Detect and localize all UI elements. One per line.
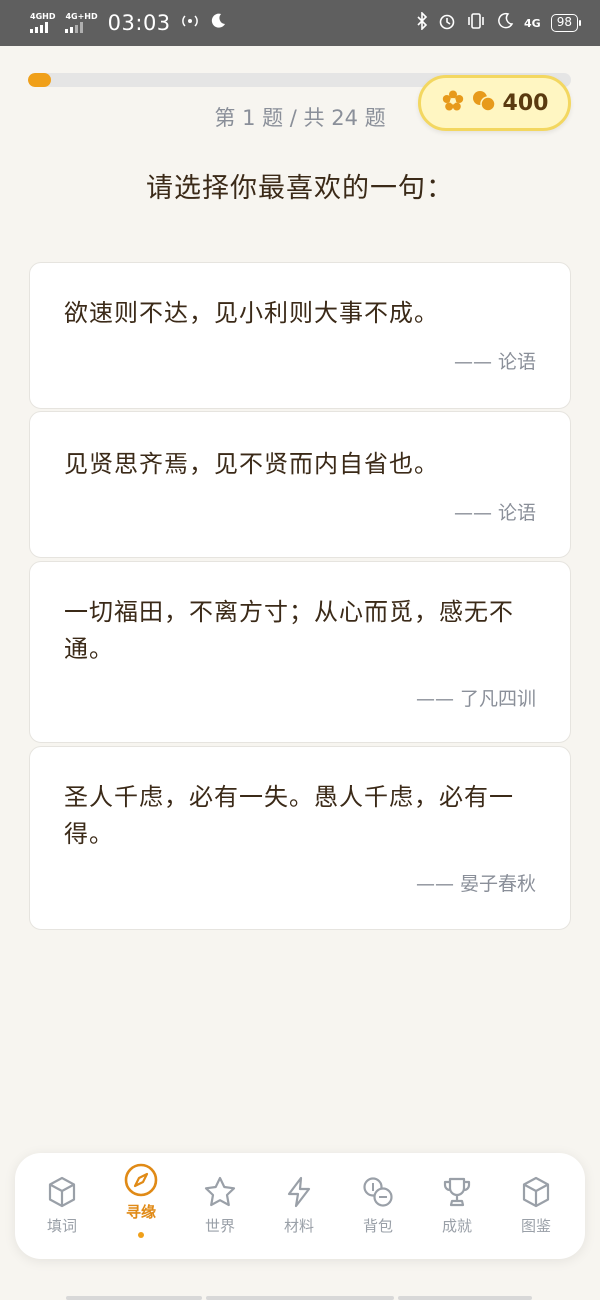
option-source: —— 论语 [453,351,536,373]
compass-icon [124,1163,158,1197]
option-card[interactable]: 一切福田，不离方寸；从心而觅，感无不通。 —— 了凡四训 [29,561,571,743]
vibrate-icon [466,12,486,34]
moon-icon [209,12,227,34]
coin-badge[interactable]: 400 [418,75,571,131]
nav-item-world[interactable]: 世界 [181,1153,259,1259]
moon-icon [496,12,514,34]
home-indicator [66,1296,202,1300]
bluetooth-icon [416,11,428,34]
coins-icon [471,89,497,117]
home-indicator [206,1296,394,1300]
option-quote: 见贤思齐焉，见不贤而内自省也。 [64,450,439,478]
bottom-nav: 填词 寻缘 世界 材料 背包 成就 图鉴 [15,1153,585,1259]
option-card[interactable]: 欲速则不达，见小利则大事不成。 —— 论语 [29,262,571,409]
question-prompt: 请选择你最喜欢的一句： [146,173,454,204]
coin-count: 400 [502,90,549,116]
status-bar: 4GHD 4G+HD 03:03 4G 98 [0,0,600,46]
nav-label: 成就 [441,1217,472,1235]
nav-label: 填词 [46,1217,77,1235]
quiz-progress-fill [28,73,51,87]
alarm-icon [438,12,456,34]
nav-item-backpack[interactable]: 背包 [339,1153,417,1259]
battery-indicator: 98 [550,14,582,32]
lightning-icon [285,1175,313,1209]
nav-label: 寻缘 [125,1203,156,1221]
option-source: —— 晏子春秋 [415,873,536,895]
nav-item-collection[interactable]: 图鉴 [497,1153,575,1259]
nav-item-fill-words[interactable]: 填词 [23,1153,101,1259]
option-quote: 一切福田，不离方寸；从心而觅，感无不通。 [64,598,514,663]
network-type: 4G [524,16,541,30]
nav-label: 世界 [204,1217,235,1235]
nav-label: 图鉴 [520,1217,551,1235]
clock: 03:03 [107,11,171,35]
flower-icon [441,89,465,117]
nav-item-achievements[interactable]: 成就 [418,1153,496,1259]
hotspot-icon [181,13,199,33]
option-card[interactable]: 见贤思齐焉，见不贤而内自省也。 —— 论语 [29,411,571,558]
coins-icon [361,1175,395,1209]
nav-item-find-fate[interactable]: 寻缘 [102,1153,180,1259]
home-indicator [398,1296,532,1300]
cube-icon [521,1175,551,1209]
active-indicator-dot [138,1232,144,1238]
sim1-signal: 4GHD [30,13,55,33]
nav-label: 背包 [362,1217,393,1235]
option-source: —— 了凡四训 [415,688,536,710]
cube-icon [47,1175,77,1209]
nav-label: 材料 [283,1217,314,1235]
option-quote: 欲速则不达，见小利则大事不成。 [64,299,439,327]
option-card[interactable]: 圣人千虑，必有一失。愚人千虑，必有一得。 —— 晏子春秋 [29,746,571,930]
option-quote: 圣人千虑，必有一失。愚人千虑，必有一得。 [64,783,514,848]
nav-item-materials[interactable]: 材料 [260,1153,338,1259]
star-icon [203,1175,237,1209]
sim2-signal: 4G+HD [65,13,98,33]
trophy-icon [441,1175,473,1209]
option-source: —— 论语 [453,502,536,524]
